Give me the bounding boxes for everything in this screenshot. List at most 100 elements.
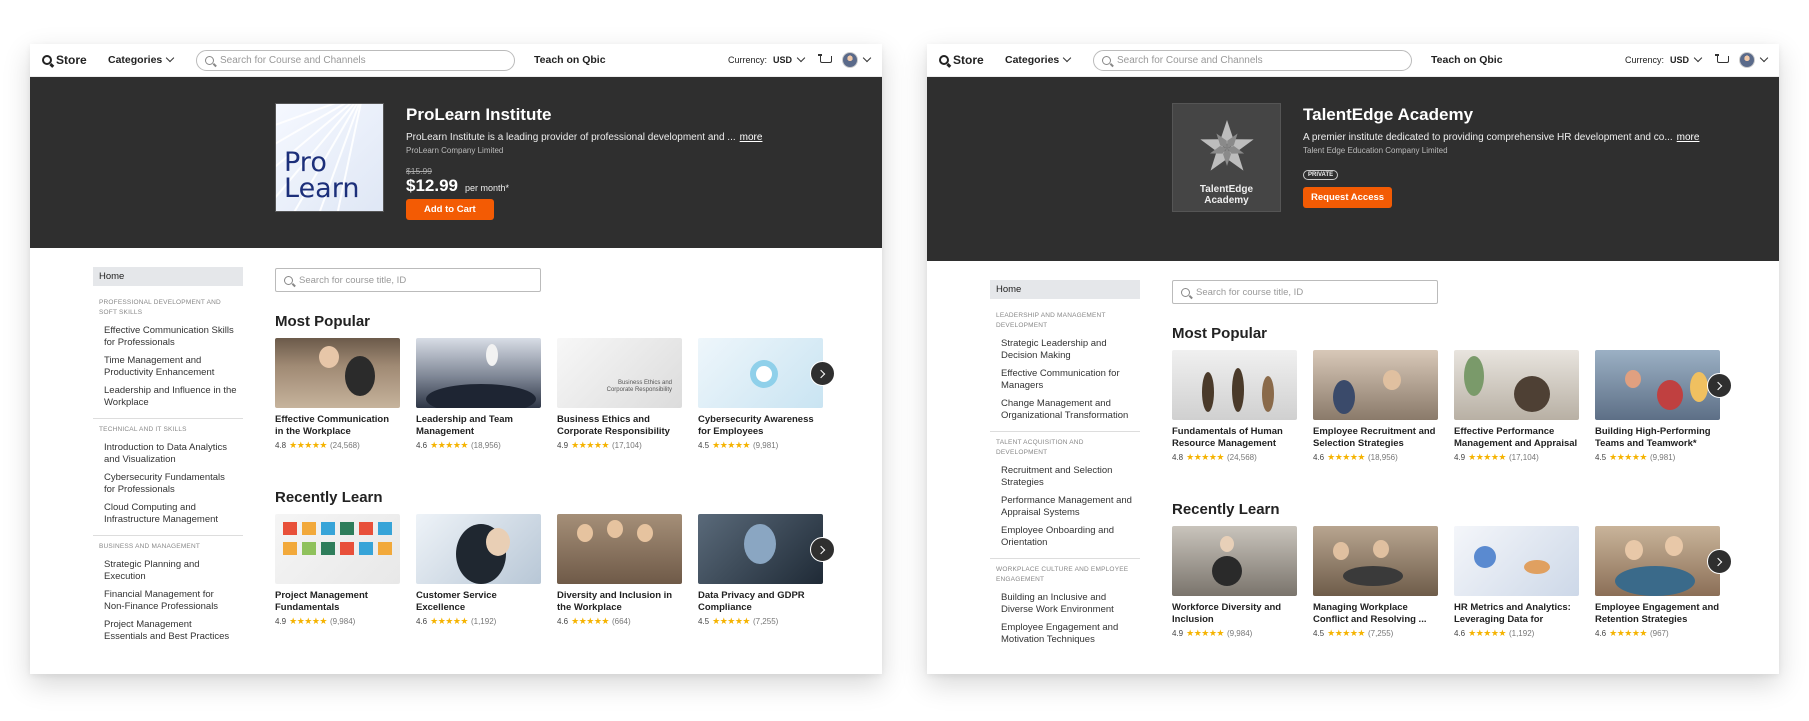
course-card[interactable]: Diversity and Inclusion in the Workplace… [557, 514, 682, 644]
sidebar-item[interactable]: Financial Management for Non-Finance Pro… [93, 586, 243, 616]
sidebar-item[interactable]: Introduction to Data Analytics and Visua… [93, 439, 243, 469]
cart-icon[interactable] [818, 54, 832, 66]
course-card[interactable]: Effective Communication in the Workplace… [275, 338, 400, 468]
course-card[interactable]: Employee Engagement and Retention Strate… [1595, 526, 1720, 656]
course-title[interactable]: Employee Engagement and Retention Strate… [1595, 602, 1720, 625]
course-card[interactable]: Fundamentals of Human Resource Managemen… [1172, 350, 1297, 480]
chevron-down-icon[interactable] [1759, 53, 1769, 63]
course-title[interactable]: Fundamentals of Human Resource Managemen… [1172, 426, 1297, 449]
course-card[interactable]: Building High-Performing Teams and Teamw… [1595, 350, 1720, 480]
course-card[interactable]: Effective Performance Management and App… [1454, 350, 1579, 480]
course-card[interactable]: Employee Recruitment and Selection Strat… [1313, 350, 1438, 480]
course-thumbnail[interactable] [1595, 526, 1720, 596]
store-logo[interactable]: Store [939, 53, 999, 67]
course-thumbnail[interactable] [416, 338, 541, 408]
course-card[interactable]: Managing Workplace Conflict and Resolvin… [1313, 526, 1438, 656]
global-search-input[interactable] [1117, 54, 1403, 66]
user-avatar[interactable] [842, 52, 858, 68]
more-link[interactable]: more [740, 132, 763, 143]
sidebar-item-home[interactable]: Home [990, 280, 1140, 299]
course-thumbnail[interactable] [698, 514, 823, 584]
course-thumbnail[interactable] [275, 514, 400, 584]
carousel-next-button[interactable] [810, 361, 835, 386]
user-avatar[interactable] [1739, 52, 1755, 68]
course-title[interactable]: Managing Workplace Conflict and Resolvin… [1313, 602, 1438, 625]
cart-icon[interactable] [1715, 54, 1729, 66]
rating-value: 4.9 [557, 441, 569, 450]
teach-link[interactable]: Teach on Qbic [534, 54, 684, 66]
course-title[interactable]: HR Metrics and Analytics: Leveraging Dat… [1454, 602, 1579, 625]
course-card[interactable]: Project Management Fundamentals 4.9 ★★★★★(… [275, 514, 400, 644]
categories-menu[interactable]: Categories [108, 53, 190, 66]
course-title[interactable]: Project Management Fundamentals [275, 590, 400, 613]
thumbnail-shape [1665, 536, 1683, 556]
course-title[interactable]: Employee Recruitment and Selection Strat… [1313, 426, 1438, 449]
course-search-input[interactable] [299, 274, 532, 286]
course-title[interactable]: Diversity and Inclusion in the Workplace [557, 590, 682, 613]
sidebar-item[interactable]: Recruitment and Selection Strategies [990, 462, 1140, 492]
course-thumbnail[interactable]: Business Ethics and Corporate Responsibi… [557, 338, 682, 408]
course-thumbnail[interactable] [1313, 350, 1438, 420]
more-link[interactable]: more [1677, 132, 1700, 143]
sidebar-item[interactable]: Effective Communication Skills for Profe… [93, 322, 243, 352]
course-card[interactable]: Customer Service Excellence 4.6 ★★★★★ (1,19… [416, 514, 541, 644]
currency-selector[interactable]: Currency: USD [728, 53, 806, 65]
course-thumbnail[interactable] [1454, 350, 1579, 420]
search-icon [284, 275, 293, 285]
sidebar-item[interactable]: Performance Management and Appraisal Sys… [990, 492, 1140, 522]
sidebar-item[interactable]: Time Management and Productivity Enhance… [93, 352, 243, 382]
course-search-input[interactable] [1196, 286, 1429, 298]
sidebar-item[interactable]: Cloud Computing and Infrastructure Manag… [93, 499, 243, 529]
add-to-cart-button[interactable]: Add to Cart [406, 199, 494, 220]
rating-value: 4.9 [1172, 629, 1184, 638]
course-title[interactable]: Cybersecurity Awareness for Employees [698, 414, 823, 437]
course-title[interactable]: Effective Communication in the Workplace [275, 414, 400, 437]
course-title[interactable]: Business Ethics and Corporate Responsibi… [557, 414, 682, 437]
sidebar-item[interactable]: Building an Inclusive and Diverse Work E… [990, 589, 1140, 619]
carousel-next-button[interactable] [1707, 549, 1732, 574]
course-thumbnail[interactable] [416, 514, 541, 584]
course-card[interactable]: HR Metrics and Analytics: Leveraging Dat… [1454, 526, 1579, 656]
course-title[interactable]: Leadership and Team Management [416, 414, 541, 437]
course-title[interactable]: Customer Service Excellence [416, 590, 541, 613]
course-thumbnail[interactable] [1454, 526, 1579, 596]
sidebar-item[interactable]: Cybersecurity Fundamentals for Professio… [93, 469, 243, 499]
global-search-input[interactable] [220, 54, 506, 66]
course-card[interactable]: Data Privacy and GDPR Compliance 4.5 ★★★★★… [698, 514, 823, 644]
sidebar-item[interactable]: Effective Communication for Managers [990, 365, 1140, 395]
request-access-button[interactable]: Request Access [1303, 187, 1393, 208]
sidebar-item[interactable]: Project Management Essentials and Best P… [93, 616, 243, 646]
course-title[interactable]: Building High-Performing Teams and Teamw… [1595, 426, 1720, 449]
sidebar-item[interactable]: Change Management and Organizational Tra… [990, 395, 1140, 425]
current-price: $12.99 [406, 176, 458, 195]
categories-menu[interactable]: Categories [1005, 53, 1087, 66]
course-thumbnail[interactable] [557, 514, 682, 584]
course-thumbnail[interactable] [1595, 350, 1720, 420]
sidebar-item[interactable]: Employee Onboarding and Orientation [990, 522, 1140, 552]
course-title[interactable]: Data Privacy and GDPR Compliance [698, 590, 823, 613]
star-rating-icon: ★★★★★ [1327, 628, 1365, 638]
course-card[interactable]: Leadership and Team Management 4.6 ★★★★★ (1… [416, 338, 541, 468]
chevron-down-icon [796, 53, 806, 63]
sidebar-item[interactable]: Employee Engagement and Motivation Techn… [990, 619, 1140, 649]
course-thumbnail[interactable] [275, 338, 400, 408]
carousel-next-button[interactable] [1707, 373, 1732, 398]
chevron-down-icon[interactable] [862, 53, 872, 63]
course-thumbnail[interactable] [1313, 526, 1438, 596]
sidebar-item-home[interactable]: Home [93, 267, 243, 286]
carousel-next-button[interactable] [810, 537, 835, 562]
currency-selector[interactable]: Currency: USD [1625, 53, 1703, 65]
store-logo[interactable]: Store [42, 53, 102, 67]
course-thumbnail[interactable] [698, 338, 823, 408]
course-title[interactable]: Effective Performance Management and App… [1454, 426, 1579, 449]
course-card[interactable]: Workforce Diversity and Inclusion 4.9 ★★★★… [1172, 526, 1297, 656]
sidebar-item[interactable]: Strategic Planning and Execution [93, 556, 243, 586]
teach-link[interactable]: Teach on Qbic [1431, 54, 1581, 66]
course-card[interactable]: Business Ethics and Corporate Responsibi… [557, 338, 682, 468]
course-title[interactable]: Workforce Diversity and Inclusion [1172, 602, 1297, 625]
sidebar-item[interactable]: Leadership and Influence in the Workplac… [93, 382, 243, 412]
sidebar-item[interactable]: Strategic Leadership and Decision Making [990, 335, 1140, 365]
course-thumbnail[interactable] [1172, 350, 1297, 420]
course-thumbnail[interactable] [1172, 526, 1297, 596]
course-card[interactable]: Cybersecurity Awareness for Employees 4.5… [698, 338, 823, 468]
